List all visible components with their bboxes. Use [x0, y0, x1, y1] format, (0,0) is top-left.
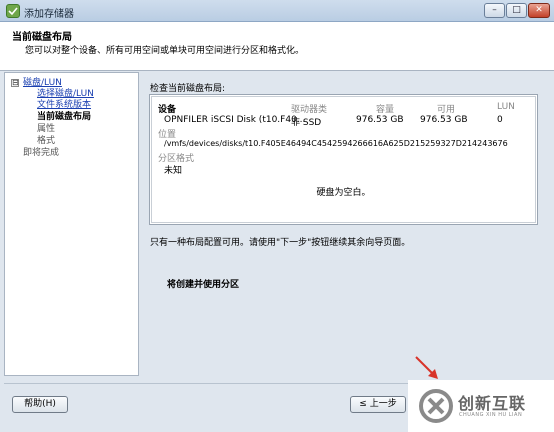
sidebar-item-properties: 属性 [37, 124, 56, 134]
disk-layout-panel: 设备 驱动器类 容量 可用 LUN OPNFILER iSCSI Disk (t… [149, 94, 538, 225]
collapse-toggle-icon[interactable]: ⊟ [11, 79, 19, 87]
location-value: /vmfs/devices/disks/t10.F405E46494C45425… [164, 139, 508, 148]
watermark-subtext: CHUANG XIN HU LIAN [459, 412, 523, 418]
wizard-content: 检查当前磁盘布局: 设备 驱动器类 容量 可用 LUN OPNFILER iSC… [142, 72, 546, 376]
annotation-arrow-icon [414, 356, 440, 380]
disk-device-cell: OPNFILER iSCSI Disk (t10.F40... [164, 115, 306, 125]
page-title: 当前磁盘布局 [12, 32, 72, 43]
watermark: 创新互联 CHUANG XIN HU LIAN [408, 380, 554, 432]
disk-drive-type-cell: 非 SSD [291, 118, 322, 128]
sidebar-item-label[interactable]: 选择磁盘/LUN [37, 89, 94, 99]
disk-available-cell: 976.53 GB [420, 115, 468, 125]
sidebar-group-disk-lun[interactable]: 磁盘/LUN [23, 78, 62, 89]
review-layout-label: 检查当前磁盘布局: [150, 84, 226, 94]
sidebar-item-label[interactable]: 文件系统版本 [37, 100, 91, 110]
window-title: 添加存储器 [24, 9, 74, 20]
close-button[interactable]: ✕ [528, 3, 550, 18]
sidebar-item-ready-to-complete: 即将完成 [23, 148, 60, 158]
disk-empty-message: 硬盘为空白。 [316, 188, 371, 198]
brand-logo-icon [418, 388, 454, 424]
disk-layout-inner: 设备 驱动器类 容量 可用 LUN OPNFILER iSCSI Disk (t… [151, 96, 536, 223]
partition-action-text: 将创建并使用分区 [167, 280, 240, 290]
layout-note: 只有一种布局配置可用。请使用"下一步"按钮继续其余向导页面。 [150, 238, 411, 248]
sidebar-item-select-disk[interactable]: 选择磁盘/LUN [37, 89, 94, 100]
page-description: 您可以对整个设备、所有可用空间或单块可用空间进行分区和格式化。 [25, 46, 305, 56]
wizard-steps-sidebar: ⊟ 磁盘/LUN 选择磁盘/LUN 文件系统版本 当前磁盘布局 属性 格式 即将… [4, 72, 139, 376]
wizard-header: 当前磁盘布局 您可以对整个设备、所有可用空间或单块可用空间进行分区和格式化。 [0, 22, 554, 71]
column-header-lun: LUN [497, 102, 515, 112]
sidebar-item-current-layout: 当前磁盘布局 [37, 112, 92, 122]
partition-format-value: 未知 [164, 166, 183, 176]
minimize-button[interactable]: – [484, 3, 505, 18]
back-button[interactable]: ≤ 上一步 [350, 396, 406, 413]
column-header-device: 设备 [158, 105, 177, 115]
disk-lun-cell: 0 [497, 115, 503, 125]
column-header-available: 可用 [437, 105, 456, 115]
sidebar-item-format: 格式 [37, 136, 56, 146]
sidebar-item-fs-version[interactable]: 文件系统版本 [37, 100, 91, 111]
column-header-capacity: 容量 [376, 105, 395, 115]
maximize-button[interactable]: □ [506, 3, 527, 18]
column-header-drive-type: 驱动器类 [291, 105, 328, 115]
sidebar-group-label[interactable]: 磁盘/LUN [23, 78, 62, 88]
title-bar: 添加存储器 – □ ✕ [0, 0, 554, 22]
help-button[interactable]: 帮助(H) [12, 396, 68, 413]
disk-capacity-cell: 976.53 GB [356, 115, 404, 125]
watermark-text: 创新互联 [458, 394, 527, 413]
vsphere-app-icon [6, 4, 20, 18]
